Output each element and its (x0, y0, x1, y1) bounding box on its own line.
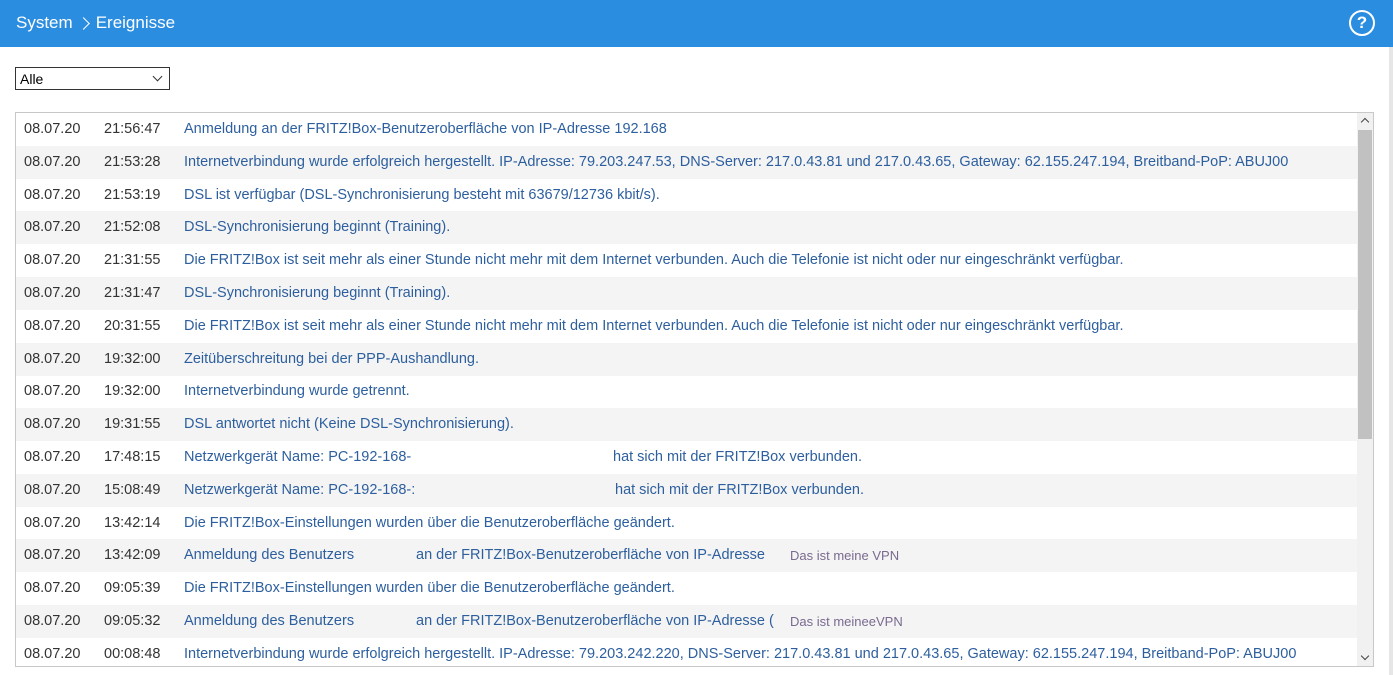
event-time: 17:48:15 (104, 449, 161, 465)
event-row: 08.07.20 13:42:14 Die FRITZ!Box-Einstellun… (16, 507, 1357, 540)
event-time: 19:31:55 (104, 416, 161, 432)
event-annotation: Das ist meine VPN (790, 548, 900, 563)
event-time: 19:32:00 (104, 351, 161, 367)
event-date: 08.07.20 (24, 219, 81, 235)
event-row: 08.07.20 21:31:55 Die FRITZ!Box ist seit m… (16, 244, 1357, 277)
breadcrumb: System Ereignisse (16, 13, 175, 33)
event-message: Die FRITZ!Box ist seit mehr als einer St… (184, 318, 1124, 334)
event-time: 21:53:28 (104, 154, 161, 170)
event-message: DSL ist verfügbar (DSL-Synchronisierung … (184, 187, 660, 203)
scroll-up-icon[interactable] (1357, 113, 1373, 129)
event-time: 21:52:08 (104, 219, 161, 235)
event-message: Anmeldung an der FRITZ!Box-Benutzeroberf… (184, 121, 667, 137)
filter-selected-value: Alle (20, 71, 44, 87)
event-time: 00:08:48 (104, 646, 161, 662)
event-message: Die FRITZ!Box-Einstellungen wurden über … (184, 580, 675, 596)
event-message-continued: hat sich mit der FRITZ!Box verbunden. (615, 482, 865, 498)
event-row: 08.07.20 21:56:47 Anmeldung an der FRITZ!B… (16, 113, 1357, 146)
breadcrumb-system[interactable]: System (16, 13, 73, 33)
event-date: 08.07.20 (24, 416, 81, 432)
event-date: 08.07.20 (24, 187, 81, 203)
event-date: 08.07.20 (24, 154, 81, 170)
scroll-thumb[interactable] (1358, 130, 1372, 439)
event-row: 08.07.20 19:32:00 Zeitüberschreitung bei d… (16, 343, 1357, 376)
event-message: Internetverbindung wurde getrennt. (184, 383, 410, 399)
event-time: 21:31:47 (104, 285, 161, 301)
event-time: 13:42:09 (104, 547, 161, 563)
event-time: 15:08:49 (104, 482, 161, 498)
event-message: Anmeldung des Benutzers (184, 613, 355, 629)
event-message-continued: hat sich mit der FRITZ!Box verbunden. (613, 449, 863, 465)
event-filter-select[interactable]: Alle (15, 67, 170, 90)
event-message: DSL-Synchronisierung beginnt (Training). (184, 219, 451, 235)
event-time: 13:42:14 (104, 515, 161, 531)
help-icon[interactable]: ? (1349, 10, 1375, 36)
event-row: 08.07.20 20:31:55 Die FRITZ!Box ist seit m… (16, 310, 1357, 343)
event-date: 08.07.20 (24, 318, 81, 334)
event-row: 08.07.20 19:32:00 Internetverbindung wurde… (16, 375, 1357, 408)
event-message: Internetverbindung wurde erfolgreich her… (184, 154, 1289, 170)
event-date: 08.07.20 (24, 482, 81, 498)
event-row: 08.07.20 21:31:47 DSL-Synchronisierung beg… (16, 277, 1357, 310)
event-time: 09:05:32 (104, 613, 161, 629)
event-message: Zeitüberschreitung bei der PPP-Aushandlu… (184, 351, 480, 367)
event-annotation: Das ist meineeVPN (790, 614, 903, 629)
event-date: 08.07.20 (24, 449, 81, 465)
event-date: 08.07.20 (24, 252, 81, 268)
event-message: Die FRITZ!Box ist seit mehr als einer St… (184, 252, 1124, 268)
chevron-down-icon (152, 71, 163, 82)
event-list-scrollbar[interactable] (1357, 113, 1373, 666)
event-message: Die FRITZ!Box-Einstellungen wurden über … (184, 515, 675, 531)
event-message: Anmeldung des Benutzers (184, 547, 355, 563)
event-date: 08.07.20 (24, 121, 81, 137)
event-time: 21:31:55 (104, 252, 161, 268)
event-date: 08.07.20 (24, 613, 81, 629)
event-message-continued: an der FRITZ!Box-Benutzeroberfläche von … (416, 547, 765, 563)
event-row: 08.07.20 21:52:08 DSL-Synchronisierung beg… (16, 211, 1357, 244)
event-date: 08.07.20 (24, 383, 81, 399)
event-date: 08.07.20 (24, 351, 81, 367)
event-date: 08.07.20 (24, 646, 81, 662)
event-time: 21:56:47 (104, 121, 161, 137)
event-message: Netzwerkgerät Name: PC-192-168-: (184, 482, 416, 498)
event-message: Internetverbindung wurde erfolgreich her… (184, 646, 1297, 662)
event-date: 08.07.20 (24, 285, 81, 301)
event-row: 08.07.20 15:08:49 Netzwerkgerät Name: PC-1… (16, 474, 1357, 507)
event-row: 08.07.20 09:05:39 Die FRITZ!Box-Einstellun… (16, 572, 1357, 605)
event-list: 08.07.20 21:56:47 Anmeldung an der FRITZ!B… (15, 112, 1374, 667)
event-row: 08.07.20 13:42:09 Anmeldung des Benutzers a… (16, 539, 1357, 572)
event-message: Netzwerkgerät Name: PC-192-168- (184, 449, 412, 465)
event-row: 08.07.20 21:53:28 Internetverbindung wurde… (16, 146, 1357, 179)
breadcrumb-current: Ereignisse (95, 13, 176, 32)
event-message: DSL antwortet nicht (Keine DSL-Synchroni… (184, 416, 514, 432)
chevron-right-icon (76, 16, 90, 30)
event-message-continued: an der FRITZ!Box-Benutzeroberfläche von … (416, 613, 774, 629)
page-header: System Ereignisse ? (0, 0, 1393, 47)
event-date: 08.07.20 (24, 515, 81, 531)
page-scrollbar-track[interactable] (1389, 47, 1393, 675)
event-message: DSL-Synchronisierung beginnt (Training). (184, 285, 451, 301)
event-row: 08.07.20 19:31:55 DSL antwortet nicht (Kei… (16, 408, 1357, 441)
event-time: 20:31:55 (104, 318, 161, 334)
event-time: 09:05:39 (104, 580, 161, 596)
event-row: 08.07.20 09:05:32 Anmeldung des Benutzers a… (16, 605, 1357, 638)
event-time: 19:32:00 (104, 383, 161, 399)
event-row: 08.07.20 21:53:19 DSL ist verfügbar (DSL-S… (16, 179, 1357, 212)
event-date: 08.07.20 (24, 580, 81, 596)
event-row: 08.07.20 17:48:15 Netzwerkgerät Name: PC-1… (16, 441, 1357, 474)
event-time: 21:53:19 (104, 187, 161, 203)
scroll-down-icon[interactable] (1357, 650, 1373, 666)
event-row: 08.07.20 00:08:48 Internetverbindung wurde… (16, 638, 1357, 666)
event-date: 08.07.20 (24, 547, 81, 563)
